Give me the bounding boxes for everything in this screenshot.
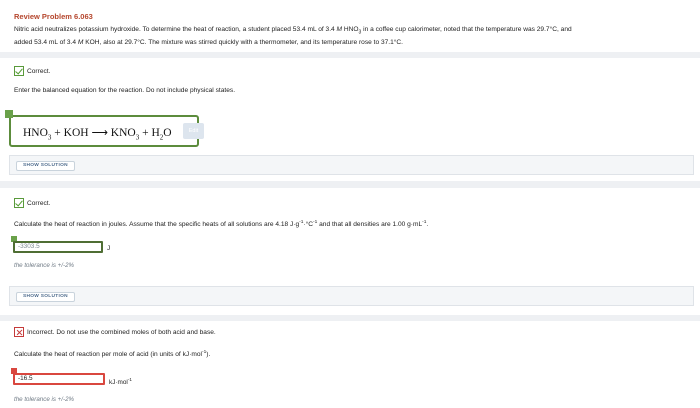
prompt-text: ). xyxy=(206,351,211,359)
section-divider xyxy=(0,181,700,188)
part-1-status: Correct. xyxy=(14,66,50,76)
tolerance-note: the tolerance is +/-2% xyxy=(14,262,75,269)
statement-text: Nitric acid neutralizes potassium hydrox… xyxy=(14,26,337,33)
problem-header: Review Problem 6.063 Nitric acid neutral… xyxy=(0,0,700,52)
problem-statement: Nitric acid neutralizes potassium hydrox… xyxy=(14,25,686,47)
incorrect-x-icon xyxy=(14,327,24,337)
prompt-text: Calculate the heat of reaction in joules… xyxy=(14,221,300,229)
unit-text: kJ·mol xyxy=(109,379,128,387)
prompt-text: and that all densities are 1.00 g·mL xyxy=(317,221,423,229)
eq-text: + KOH ⟶ KNO xyxy=(51,127,136,139)
eq-text: O xyxy=(163,127,172,139)
eq-text: HNO xyxy=(23,127,48,139)
part-2-status: Correct. xyxy=(14,198,50,208)
statement-text: in a coffee cup calorimeter, noted that … xyxy=(361,26,572,33)
tolerance-note: the tolerance is +/-2% xyxy=(14,396,75,403)
statement-text: KOH, also at 29.7°C. The mixture was sti… xyxy=(83,38,404,46)
status-text: Correct. xyxy=(27,67,51,75)
part-2-prompt: Calculate the heat of reaction in joules… xyxy=(14,220,428,228)
part-3-prompt: Calculate the heat of reaction per mole … xyxy=(14,350,210,358)
part-1-solution-bar: SHOW SOLUTION xyxy=(9,155,694,175)
status-text: Correct. xyxy=(27,199,51,207)
statement-text: added 53.4 mL of 3.4 xyxy=(14,38,78,46)
eq-text: + H xyxy=(139,127,160,139)
equation-answer-box[interactable]: HNO3 + KOH ⟶ KNO3 + H2O Edit xyxy=(5,110,204,147)
prompt-text: Calculate the heat of reaction per mole … xyxy=(14,351,203,359)
prompt-text: . xyxy=(426,221,429,229)
show-solution-button[interactable]: SHOW SOLUTION xyxy=(16,161,75,171)
problem-title: Review Problem 6.063 xyxy=(14,12,93,21)
check-icon xyxy=(14,66,24,76)
balanced-equation: HNO3 + KOH ⟶ KNO3 + H2O xyxy=(23,125,172,141)
part-2-solution-bar: SHOW SOLUTION xyxy=(9,286,694,306)
heat-per-mole-input[interactable]: -16.5 xyxy=(13,373,105,385)
joules-unit: J xyxy=(107,245,111,252)
edit-button[interactable]: Edit xyxy=(183,123,204,139)
part-3-status: Incorrect. Do not use the combined moles… xyxy=(14,327,216,337)
show-solution-button[interactable]: SHOW SOLUTION xyxy=(16,292,75,302)
status-text: Incorrect. Do not use the combined moles… xyxy=(27,328,216,336)
prompt-text: ·°C xyxy=(303,221,314,229)
statement-text: HNO xyxy=(342,26,359,33)
correct-flag-icon xyxy=(5,110,13,118)
superscript: -1 xyxy=(127,377,132,382)
part-1-prompt: Enter the balanced equation for the reac… xyxy=(14,87,236,94)
heat-joules-input[interactable]: -3303.5 xyxy=(13,241,103,253)
check-icon xyxy=(14,198,24,208)
kj-per-mol-unit: kJ·mol-1 xyxy=(109,377,132,386)
